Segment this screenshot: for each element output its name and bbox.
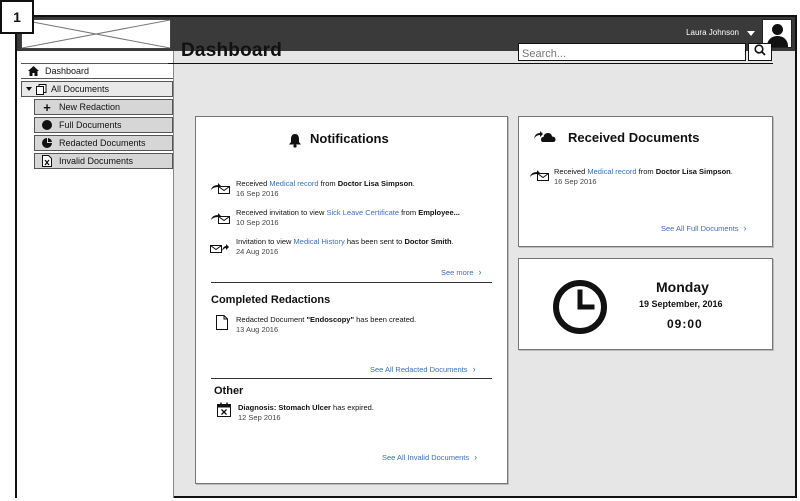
sidebar-item-all-documents[interactable]: All Documents — [21, 81, 173, 97]
see-more-link[interactable]: See more › — [441, 267, 482, 277]
notification-text: Received invitation to view — [236, 208, 327, 217]
chevron-right-icon: › — [474, 452, 478, 462]
other-text: has expired. — [330, 403, 374, 412]
user-menu-caret-icon[interactable] — [747, 31, 755, 36]
received-text: . — [730, 167, 733, 176]
sidebar-item-label: Dashboard — [45, 66, 90, 76]
notification-date: 16 Sep 2016 — [236, 189, 279, 198]
pie-icon — [39, 138, 55, 148]
redaction-text: Redacted Document — [236, 315, 307, 324]
received-mail-icon — [210, 211, 230, 229]
page-title: Dashboard — [181, 40, 283, 61]
see-all-full-label: See All Full Documents — [661, 224, 739, 233]
notification-text: . — [451, 237, 454, 246]
notification-text: Invitation to view — [236, 237, 294, 246]
sidebar-item-dashboard[interactable]: Dashboard — [21, 63, 173, 79]
expired-calendar-icon — [217, 402, 231, 422]
search-input[interactable] — [519, 46, 745, 62]
notification-sender: Employee... — [418, 208, 460, 217]
sidebar-item-full-documents[interactable]: Full Documents — [34, 117, 173, 133]
clock-icon — [552, 279, 608, 340]
notification-link[interactable]: Sick Leave Certificate — [326, 208, 399, 217]
bell-icon — [288, 133, 302, 153]
search-icon — [754, 43, 766, 61]
invalid-document-icon — [39, 155, 55, 167]
date-label: 19 September, 2016 — [639, 299, 723, 309]
sidebar-item-label: Invalid Documents — [59, 156, 134, 166]
plus-icon: + — [43, 99, 51, 115]
received-mail-icon — [210, 181, 230, 199]
sidebar-item-label: Full Documents — [59, 120, 122, 130]
search-field[interactable] — [518, 43, 746, 62]
see-all-full-documents-link[interactable]: See All Full Documents › — [661, 223, 747, 233]
logo-placeholder — [21, 19, 171, 49]
notification-link[interactable]: Medical History — [294, 237, 345, 246]
notification-item: Received Medical record from Doctor Lisa… — [236, 179, 496, 199]
received-mail-icon — [529, 168, 549, 186]
cloud-download-icon — [533, 129, 557, 148]
documents-icon — [35, 83, 47, 95]
notifications-title: Notifications — [310, 131, 389, 146]
chevron-right-icon: › — [478, 267, 482, 277]
notification-link[interactable]: Medical record — [269, 179, 318, 188]
received-sender: Doctor Lisa Simpson — [655, 167, 731, 176]
day-label: Monday — [656, 279, 709, 295]
date-time-card: Monday 19 September, 2016 09:00 — [518, 258, 773, 350]
sidebar-item-label: New Redaction — [59, 102, 121, 112]
received-document-item: Received Medical record from Doctor Lisa… — [554, 167, 764, 187]
sidebar: Dashboard All Documents + New Redaction … — [17, 51, 174, 498]
sidebar-item-label: Redacted Documents — [59, 138, 146, 148]
notification-text: from — [399, 208, 419, 217]
sidebar-item-label: All Documents — [51, 84, 110, 94]
received-document-link[interactable]: Medical record — [587, 167, 636, 176]
document-icon — [216, 315, 228, 335]
notification-date: 10 Sep 2016 — [236, 218, 279, 227]
see-all-redacted-link[interactable]: See All Redacted Documents › — [370, 364, 476, 374]
see-all-invalid-label: See All Invalid Documents — [382, 453, 470, 462]
redaction-document-name: "Endoscopy" — [306, 315, 355, 324]
title-divider — [168, 63, 773, 64]
notification-sender: Doctor Lisa Simpson — [337, 179, 413, 188]
other-title: Other — [214, 385, 244, 397]
home-icon — [25, 66, 41, 76]
expand-caret-icon[interactable] — [26, 87, 32, 91]
sidebar-item-invalid-documents[interactable]: Invalid Documents — [34, 153, 173, 169]
received-documents-card: Received Documents Received Medical reco… — [518, 116, 773, 247]
completed-redactions-title: Completed Redactions — [211, 294, 331, 306]
redaction-text: has been created. — [354, 315, 417, 324]
user-name[interactable]: Laura Johnson — [686, 28, 739, 37]
expired-document-name: Diagnosis: Stomach Ulcer — [238, 403, 331, 412]
search-button[interactable] — [748, 43, 772, 61]
notification-item: Received invitation to view Sick Leave C… — [236, 208, 506, 228]
received-text: from — [636, 167, 656, 176]
sidebar-item-redacted-documents[interactable]: Redacted Documents — [34, 135, 173, 151]
received-date: 16 Sep 2016 — [554, 177, 597, 186]
notification-text: Received — [236, 179, 270, 188]
notification-date: 24 Aug 2016 — [236, 247, 279, 256]
see-all-redacted-label: See All Redacted Documents — [370, 365, 468, 374]
received-documents-title: Received Documents — [568, 130, 700, 145]
see-all-invalid-link[interactable]: See All Invalid Documents › — [382, 452, 477, 462]
circle-icon — [39, 120, 55, 130]
time-label: 09:00 — [667, 317, 703, 331]
wireframe-number-badge: 1 — [0, 0, 34, 34]
sent-mail-icon — [210, 241, 230, 259]
completed-redaction-item: Redacted Document "Endoscopy" has been c… — [236, 315, 496, 335]
other-date: 12 Sep 2016 — [238, 413, 281, 422]
other-item: Diagnosis: Stomach Ulcer has expired. 12… — [238, 403, 488, 423]
received-text: Received — [554, 167, 588, 176]
section-divider — [211, 378, 492, 379]
section-divider — [211, 282, 492, 283]
sidebar-item-new-redaction[interactable]: + New Redaction — [34, 99, 173, 115]
notifications-card: Notifications Received Medical record fr… — [195, 116, 508, 484]
notification-text: has been sent to — [344, 237, 405, 246]
redaction-date: 13 Aug 2016 — [236, 325, 279, 334]
chevron-right-icon: › — [472, 364, 476, 374]
notification-text: . — [412, 179, 415, 188]
notification-recipient: Doctor Smith — [404, 237, 452, 246]
see-more-label: See more — [441, 268, 474, 277]
notification-item: Invitation to view Medical History has b… — [236, 237, 496, 257]
notification-text: from — [318, 179, 338, 188]
chevron-right-icon: › — [743, 223, 747, 233]
